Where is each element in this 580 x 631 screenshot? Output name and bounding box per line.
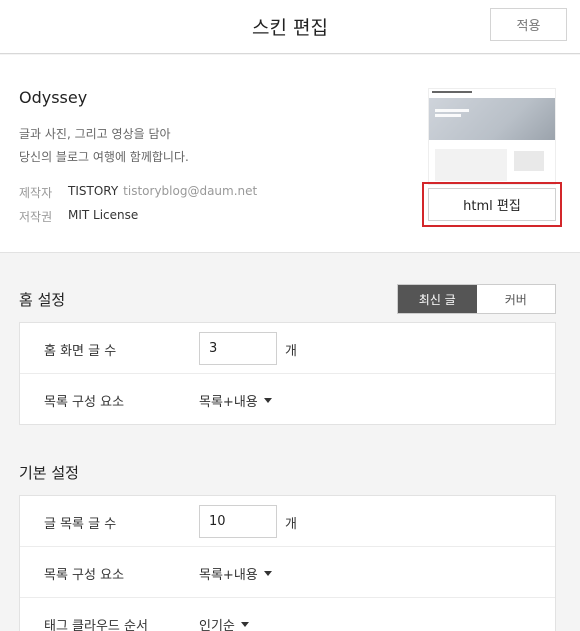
list-post-count-label: 글 목록 글 수	[44, 517, 117, 532]
caret-down-icon	[240, 622, 249, 627]
home-post-count-label: 홈 화면 글 수	[44, 344, 117, 359]
author-name: TISTORY	[68, 184, 119, 198]
home-settings-title: 홈 설정	[19, 291, 66, 309]
settings-row: 태그 클라우드 순서 인기순	[20, 598, 555, 631]
preview-hero-image	[429, 98, 555, 140]
caret-down-icon	[263, 571, 272, 576]
list-elements-label: 목록 구성 요소	[44, 568, 125, 583]
home-settings-panel: 홈 화면 글 수 개 목록 구성 요소 목록+내용	[19, 322, 556, 425]
author-label: 제작자	[19, 186, 53, 200]
tag-cloud-order-dropdown[interactable]: 인기순	[199, 615, 249, 631]
dropdown-value: 인기순	[199, 619, 235, 631]
author-row: 제작자 TISTORY tistoryblog@daum.net	[19, 184, 257, 201]
preview-hero-text	[435, 109, 469, 112]
settings-row: 목록 구성 요소 목록+내용	[20, 374, 555, 425]
preview-post-image	[435, 149, 507, 181]
author-email: tistoryblog@daum.net	[123, 184, 258, 198]
skin-preview-thumbnail	[428, 88, 556, 185]
unit-label: 개	[285, 517, 297, 532]
unit-label: 개	[285, 344, 297, 359]
list-elements-dropdown[interactable]: 목록+내용	[199, 391, 272, 410]
basic-settings-title: 기본 설정	[19, 464, 79, 482]
settings-row: 글 목록 글 수 개	[20, 496, 555, 547]
dropdown-value: 목록+내용	[199, 568, 258, 583]
apply-button[interactable]: 적용	[490, 8, 567, 41]
skin-info-panel: Odyssey 글과 사진, 그리고 영상을 담아 당신의 블로그 여행에 함께…	[0, 55, 580, 253]
home-mode-toggle: 최신 글 커버	[397, 284, 556, 314]
basic-settings-panel: 글 목록 글 수 개 목록 구성 요소 목록+내용 태그 클라우드 순서 인기순	[19, 495, 556, 631]
license-value: MIT License	[68, 208, 139, 222]
settings-row: 목록 구성 요소 목록+내용	[20, 547, 555, 598]
toggle-latest-posts[interactable]: 최신 글	[398, 285, 477, 313]
header-bar: 스킨 편집 적용	[0, 0, 580, 54]
skin-description-line: 당신의 블로그 여행에 함께합니다.	[19, 150, 189, 164]
preview-post-image	[514, 151, 544, 171]
settings-row: 홈 화면 글 수 개	[20, 323, 555, 374]
skin-description-line: 글과 사진, 그리고 영상을 담아	[19, 127, 171, 141]
license-label: 저작권	[19, 210, 53, 224]
tag-cloud-order-label: 태그 클라우드 순서	[44, 619, 148, 631]
home-post-count-input[interactable]	[199, 332, 277, 365]
toggle-cover[interactable]: 커버	[477, 285, 556, 313]
skin-name: Odyssey	[19, 88, 88, 107]
list-post-count-input[interactable]	[199, 505, 277, 538]
skin-description: 글과 사진, 그리고 영상을 담아 당신의 블로그 여행에 함께합니다.	[19, 123, 189, 169]
license-row: 저작권 MIT License	[19, 208, 138, 225]
html-edit-button[interactable]: html 편집	[422, 182, 562, 227]
dropdown-value: 목록+내용	[199, 395, 258, 410]
list-elements-dropdown[interactable]: 목록+내용	[199, 564, 272, 583]
list-elements-label: 목록 구성 요소	[44, 395, 125, 410]
preview-hero-text	[435, 114, 461, 117]
preview-nav	[432, 91, 472, 93]
caret-down-icon	[263, 398, 272, 403]
